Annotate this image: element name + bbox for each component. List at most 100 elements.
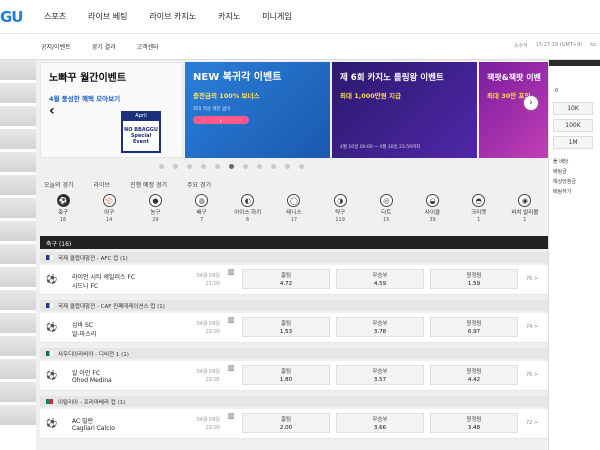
stats-icon[interactable]: ▥ [228, 412, 235, 420]
odds-label: 홈팀 [280, 273, 292, 279]
sport-filter-7[interactable]: ◎ 다트 15 [369, 194, 403, 232]
odds-button[interactable]: 무승부 3.78 [336, 317, 424, 337]
sport-filter-0[interactable]: ⚽ 축구 16 [46, 194, 80, 232]
carousel-dot[interactable] [299, 164, 304, 169]
stats-icon[interactable]: ▥ [228, 364, 235, 372]
league-header[interactable]: 국제 클럽대항전 - AFC 컵 (1) [40, 252, 548, 263]
odds-button[interactable]: 원정팀 4.42 [430, 365, 518, 385]
league-header[interactable]: 사우디아라비아 - 디비전 1 (1) [40, 348, 548, 359]
odds-label: 무승부 [372, 369, 388, 375]
sidebar-item[interactable] [0, 129, 36, 149]
match-date: 04월 09일 [196, 321, 220, 327]
carousel-next-icon[interactable]: › [524, 96, 538, 110]
sidebar-item[interactable] [0, 60, 36, 80]
carousel-dot[interactable] [201, 164, 206, 169]
carousel-dot[interactable] [243, 164, 248, 169]
sport-filter-9[interactable]: ◓ 크리켓 1 [462, 194, 496, 232]
sidebar-item[interactable] [0, 83, 36, 103]
odds-format-select[interactable]: 소수식 [514, 42, 528, 49]
carousel-dot[interactable] [159, 164, 164, 169]
league-header[interactable]: 국제 클럽대항전 - CAF 컨페데레이션스 컵 (1) [40, 300, 548, 311]
league-header[interactable]: 이탈리아 - 프리마베라 컵 (1) [40, 396, 548, 407]
carousel-dot[interactable] [271, 164, 276, 169]
sidebar-item[interactable] [0, 359, 36, 379]
carousel-prev-icon[interactable]: ‹ [49, 103, 55, 119]
stats-icon[interactable]: ▥ [228, 316, 235, 324]
sport-filter-8[interactable]: ◒ 사이클 39 [416, 194, 450, 232]
banner-note: 4월 10일 00:00 ~ 4월 30일 23:59까지 [340, 145, 421, 150]
nav-sports[interactable]: 스포츠 [44, 11, 66, 22]
sport-filter-4[interactable]: ◐ 아이스 하키 6 [231, 194, 265, 232]
odds-button[interactable]: 홈팀 4.72 [242, 269, 330, 289]
sidebar-item[interactable] [0, 175, 36, 195]
odds-button[interactable]: 홈팀 2.00 [242, 413, 330, 433]
banner-jackpot-event[interactable]: 잭팟&잭팟 이벤 최대 30만 포인 [479, 62, 548, 158]
bet-amount[interactable]: 0 [555, 88, 600, 94]
site-logo[interactable]: GU [0, 8, 23, 26]
banner-return-event[interactable]: NEW 복귀각 이벤트 충전금의 100% 보너스 최대 적용 제한 없이 ▸ [185, 62, 330, 158]
match-time: 22:05 [205, 377, 220, 383]
more-markets-link[interactable]: 72 > [526, 420, 538, 426]
stats-icon[interactable]: ▥ [228, 268, 235, 276]
carousel-dot[interactable] [173, 164, 178, 169]
tab-featured[interactable]: 주요 경기 [187, 180, 211, 189]
carousel-dot[interactable] [285, 164, 290, 169]
tab-live[interactable]: 라이브 [94, 180, 111, 189]
tab-today[interactable]: 오늘의 경기 [44, 180, 74, 189]
more-markets-link[interactable]: 76 > [526, 276, 538, 282]
language-select[interactable]: ko [590, 42, 596, 49]
sidebar-item[interactable] [0, 152, 36, 172]
odds-label: 홈팀 [280, 417, 292, 423]
banner-monthly-event[interactable]: 노빠꾸 월간이벤트 4월 풍성한 혜택 모아보기 ‹ April NO BBAG… [40, 62, 183, 158]
sidebar-item[interactable] [0, 267, 36, 287]
more-markets-link[interactable]: 76 > [526, 372, 538, 378]
bet-slip-header [549, 60, 600, 66]
amount-1m-button[interactable]: 1M [553, 136, 593, 149]
place-bet-button[interactable]: 베팅하기 [553, 187, 600, 197]
sub-bar: 공지/이벤트 경기 결과 고객센터 소수식 15:27:19 (GMT+9) k… [0, 34, 600, 60]
odds-button[interactable]: 원정팀 1.59 [430, 269, 518, 289]
subnav-notice-event[interactable]: 공지/이벤트 [41, 42, 71, 51]
nav-live-betting[interactable]: 라이브 베팅 [88, 11, 127, 22]
odds-button[interactable]: 원정팀 6.97 [430, 317, 518, 337]
sport-filter-3[interactable]: ◍ 배구 7 [185, 194, 219, 232]
sport-filter-6[interactable]: ◑ 탁구 119 [323, 194, 357, 232]
sport-filter-5[interactable]: ◯ 테니스 17 [277, 194, 311, 232]
subnav-support[interactable]: 고객센터 [137, 42, 159, 51]
carousel-dot[interactable] [187, 164, 192, 169]
sport-filter-1[interactable]: ⚾ 야구 14 [92, 194, 126, 232]
amount-100k-button[interactable]: 100K [553, 119, 593, 132]
sidebar-item[interactable] [0, 382, 36, 402]
amount-10k-button[interactable]: 10K [553, 102, 593, 115]
league-name: 국제 클럽대항전 - CAF 컨페데레이션스 컵 (1) [58, 303, 165, 310]
odds-button[interactable]: 무승부 3.66 [336, 413, 424, 433]
more-markets-link[interactable]: 74 > [526, 324, 538, 330]
sidebar-item[interactable] [0, 244, 36, 264]
carousel-dot[interactable] [257, 164, 262, 169]
sport-filter-10[interactable]: ◉ 비치 발리볼 1 [508, 194, 542, 232]
odds-button[interactable]: 원정팀 3.48 [430, 413, 518, 433]
nav-live-casino[interactable]: 라이브 카지노 [149, 11, 196, 22]
tab-upcoming[interactable]: 진행 예정 경기 [130, 180, 167, 189]
odds-button[interactable]: 홈팀 1.80 [242, 365, 330, 385]
carousel-dot[interactable] [229, 164, 234, 169]
sport-filter-2[interactable]: ● 농구 29 [138, 194, 172, 232]
carousel-dot[interactable] [215, 164, 220, 169]
match-date: 04월 09일 [196, 273, 220, 279]
odds-button[interactable]: 무승부 4.59 [336, 269, 424, 289]
nav-casino[interactable]: 카지노 [218, 11, 240, 22]
sidebar-item[interactable] [0, 221, 36, 241]
sidebar-item[interactable] [0, 290, 36, 310]
subnav-results[interactable]: 경기 결과 [92, 42, 116, 51]
sidebar-item[interactable] [0, 313, 36, 333]
nav-minigame[interactable]: 미니게임 [262, 11, 291, 22]
odds-button[interactable]: 무승부 3.57 [336, 365, 424, 385]
sidebar-item[interactable] [0, 198, 36, 218]
sidebar-item[interactable] [0, 336, 36, 356]
sidebar-item[interactable] [0, 106, 36, 126]
odds-label: 원정팀 [466, 273, 482, 279]
sidebar-item[interactable] [0, 405, 36, 425]
banner-rolling-event[interactable]: 제 6회 카지노 롤링왕 이벤트 최대 1,000만원 지급 4월 10일 00… [332, 62, 477, 158]
odds-button[interactable]: 홈팀 1.53 [242, 317, 330, 337]
sport-name: 탁구 [335, 210, 346, 216]
